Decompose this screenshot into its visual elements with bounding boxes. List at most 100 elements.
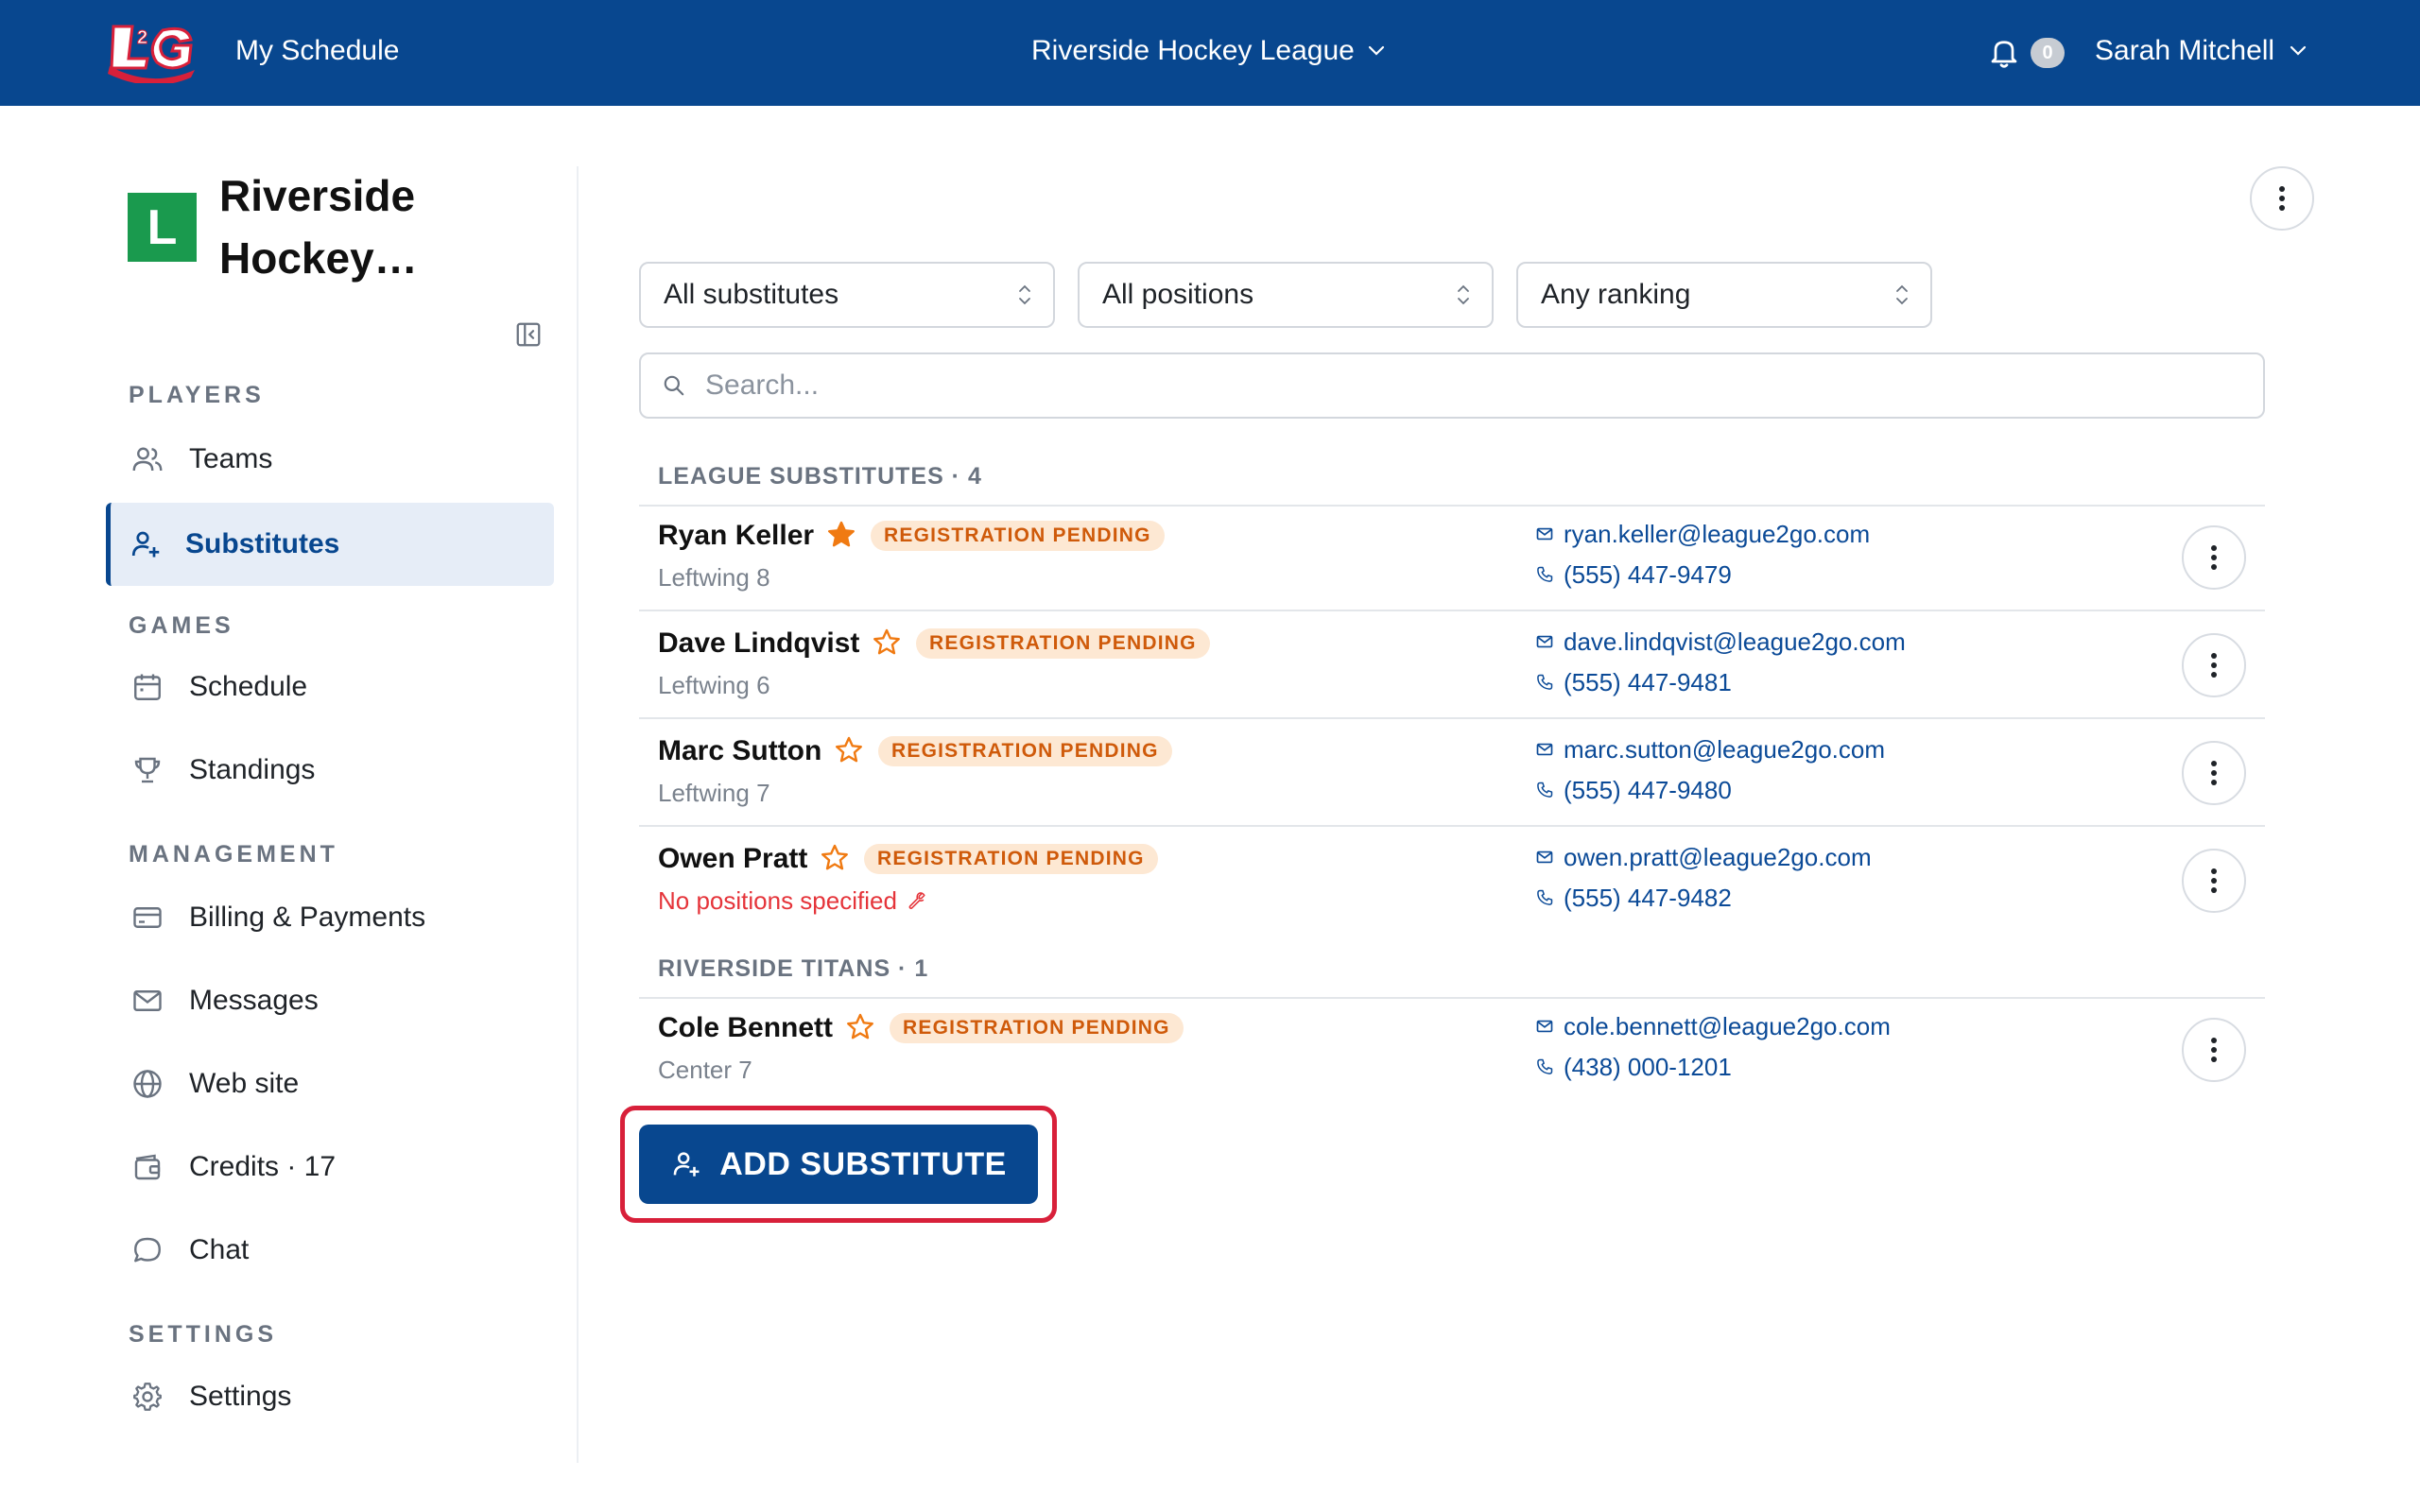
- mail-icon: [1535, 524, 1554, 543]
- email-text: cole.bennett@league2go.com: [1564, 1012, 1891, 1040]
- player-name[interactable]: Ryan Keller: [658, 517, 814, 555]
- player-email-link[interactable]: dave.lindqvist@league2go.com: [1535, 625, 1906, 659]
- row-more-options-button[interactable]: [2182, 633, 2246, 697]
- sidebar-item-label: Teams: [189, 443, 273, 474]
- sidebar-item-schedule[interactable]: Schedule: [129, 663, 307, 711]
- top-navigation-bar: 2 My Schedule Riverside Hockey League 0 …: [0, 0, 2420, 106]
- no-positions-warning[interactable]: No positions specified: [658, 884, 927, 918]
- row-more-options-button[interactable]: [2182, 849, 2246, 913]
- globe-icon: [129, 1065, 166, 1103]
- league2go-logo[interactable]: 2: [104, 19, 199, 83]
- search-input[interactable]: [705, 369, 2218, 402]
- player-name[interactable]: Dave Lindqvist: [658, 625, 859, 662]
- credit-card-icon: [129, 899, 166, 936]
- substitute-row: Owen Pratt REGISTRATION PENDING No positio…: [639, 827, 2265, 935]
- svg-text:2: 2: [137, 27, 147, 48]
- user-plus-icon: [673, 1152, 700, 1177]
- sidebar-item-billing[interactable]: Billing & Payments: [129, 894, 425, 941]
- more-vertical-icon: [2279, 186, 2285, 211]
- player-email-link[interactable]: owen.pratt@league2go.com: [1535, 840, 1872, 874]
- substitute-row: Marc Sutton REGISTRATION PENDING Leftwing …: [639, 719, 2265, 827]
- mail-icon: [1535, 1017, 1554, 1036]
- sidebar-item-standings[interactable]: Standings: [129, 747, 315, 794]
- player-email-link[interactable]: ryan.keller@league2go.com: [1535, 517, 1870, 551]
- phone-text: (555) 447-9479: [1564, 560, 1732, 589]
- substitutes-filter-select[interactable]: All substitutes: [639, 262, 1055, 328]
- registration-status-badge: REGISTRATION PENDING: [890, 1013, 1184, 1043]
- more-vertical-icon: [2210, 651, 2218, 679]
- ranking-filter-select[interactable]: Any ranking: [1516, 262, 1932, 328]
- chevron-down-icon: [1368, 45, 1384, 56]
- chat-bubble-icon: [129, 1231, 166, 1269]
- row-more-options-button[interactable]: [2182, 525, 2246, 590]
- group-header: RIVERSIDE TITANS · 1: [639, 944, 2265, 999]
- sidebar-item-label: Standings: [189, 754, 316, 785]
- sidebar-item-credits[interactable]: Credits · 17: [129, 1143, 336, 1191]
- nav-my-schedule-link[interactable]: My Schedule: [235, 32, 399, 70]
- player-email-link[interactable]: cole.bennett@league2go.com: [1535, 1009, 1891, 1043]
- sidebar-item-teams[interactable]: Teams: [129, 436, 272, 483]
- trophy-icon: [129, 751, 166, 789]
- sidebar-item-messages[interactable]: Messages: [129, 977, 319, 1024]
- player-phone-link[interactable]: (438) 000-1201: [1535, 1050, 1732, 1084]
- player-name[interactable]: Owen Pratt: [658, 840, 807, 878]
- sidebar-item-label: Web site: [189, 1068, 300, 1099]
- email-text: marc.sutton@league2go.com: [1564, 735, 1886, 764]
- bell-icon[interactable]: [1987, 36, 2021, 70]
- player-phone-link[interactable]: (555) 447-9481: [1535, 665, 1732, 699]
- org-name: Riverside Hockey…: [219, 171, 418, 283]
- more-vertical-icon: [2210, 759, 2218, 787]
- page-more-options-button[interactable]: [2250, 166, 2314, 231]
- player-email-link[interactable]: marc.sutton@league2go.com: [1535, 732, 1885, 766]
- chevron-up-down-icon: [1019, 284, 1030, 305]
- mail-icon: [1535, 848, 1554, 867]
- position-warning-text: No positions specified: [658, 886, 897, 915]
- phone-text: (438) 000-1201: [1564, 1053, 1732, 1081]
- more-vertical-icon: [2210, 543, 2218, 572]
- user-menu-dropdown[interactable]: Sarah Mitchell: [2095, 32, 2307, 70]
- substitute-row: Dave Lindqvist REGISTRATION PENDING Leftwi…: [639, 611, 2265, 719]
- section-label-management: MANAGEMENT: [129, 841, 338, 868]
- star-outline-icon[interactable]: [844, 1011, 876, 1043]
- collapse-sidebar-icon[interactable]: [514, 320, 543, 349]
- section-label-games: GAMES: [129, 612, 234, 639]
- sidebar-item-label: Settings: [189, 1381, 292, 1412]
- positions-filter-select[interactable]: All positions: [1078, 262, 1494, 328]
- star-outline-icon[interactable]: [833, 734, 865, 766]
- player-name[interactable]: Marc Sutton: [658, 732, 821, 770]
- group-header: LEAGUE SUBSTITUTES · 4: [639, 452, 2265, 507]
- mail-icon: [1535, 740, 1554, 759]
- league-switcher-dropdown[interactable]: Riverside Hockey League: [1031, 32, 1385, 70]
- search-field[interactable]: [639, 352, 2265, 419]
- player-position: Leftwing 7: [658, 779, 770, 807]
- sidebar-item-settings[interactable]: Settings: [129, 1373, 291, 1420]
- sidebar-item-website[interactable]: Web site: [129, 1060, 299, 1108]
- email-text: ryan.keller@league2go.com: [1564, 520, 1871, 548]
- player-phone-link[interactable]: (555) 447-9480: [1535, 773, 1732, 807]
- player-position: Leftwing 8: [658, 563, 770, 592]
- registration-status-badge: REGISTRATION PENDING: [871, 521, 1165, 551]
- player-phone-link[interactable]: (555) 447-9482: [1535, 881, 1732, 915]
- star-outline-icon[interactable]: [819, 842, 851, 874]
- wallet-icon: [129, 1148, 166, 1186]
- substitute-row: Ryan Keller REGISTRATION PENDING Leftwing …: [639, 504, 2265, 611]
- substitutes-filter-value: All substitutes: [664, 279, 839, 310]
- star-filled-icon[interactable]: [825, 519, 857, 551]
- notification-count-badge: 0: [2031, 38, 2065, 68]
- row-more-options-button[interactable]: [2182, 1018, 2246, 1082]
- star-outline-icon[interactable]: [871, 627, 903, 659]
- row-more-options-button[interactable]: [2182, 741, 2246, 805]
- player-name[interactable]: Cole Bennett: [658, 1009, 833, 1047]
- chevron-up-down-icon: [1896, 284, 1908, 305]
- sidebar-item-chat[interactable]: Chat: [129, 1227, 249, 1274]
- user-name-label: Sarah Mitchell: [2095, 35, 2275, 66]
- email-text: owen.pratt@league2go.com: [1564, 843, 1872, 871]
- league-name-label: Riverside Hockey League: [1031, 35, 1355, 66]
- add-substitute-button[interactable]: ADD SUBSTITUTE: [639, 1125, 1038, 1204]
- sidebar-item-substitutes[interactable]: Substitutes: [106, 503, 554, 586]
- phone-text: (555) 447-9482: [1564, 884, 1732, 912]
- player-phone-link[interactable]: (555) 447-9479: [1535, 558, 1732, 592]
- user-plus-icon: [129, 527, 163, 561]
- sidebar-item-label: Billing & Payments: [189, 902, 426, 933]
- player-position: Leftwing 6: [658, 671, 770, 699]
